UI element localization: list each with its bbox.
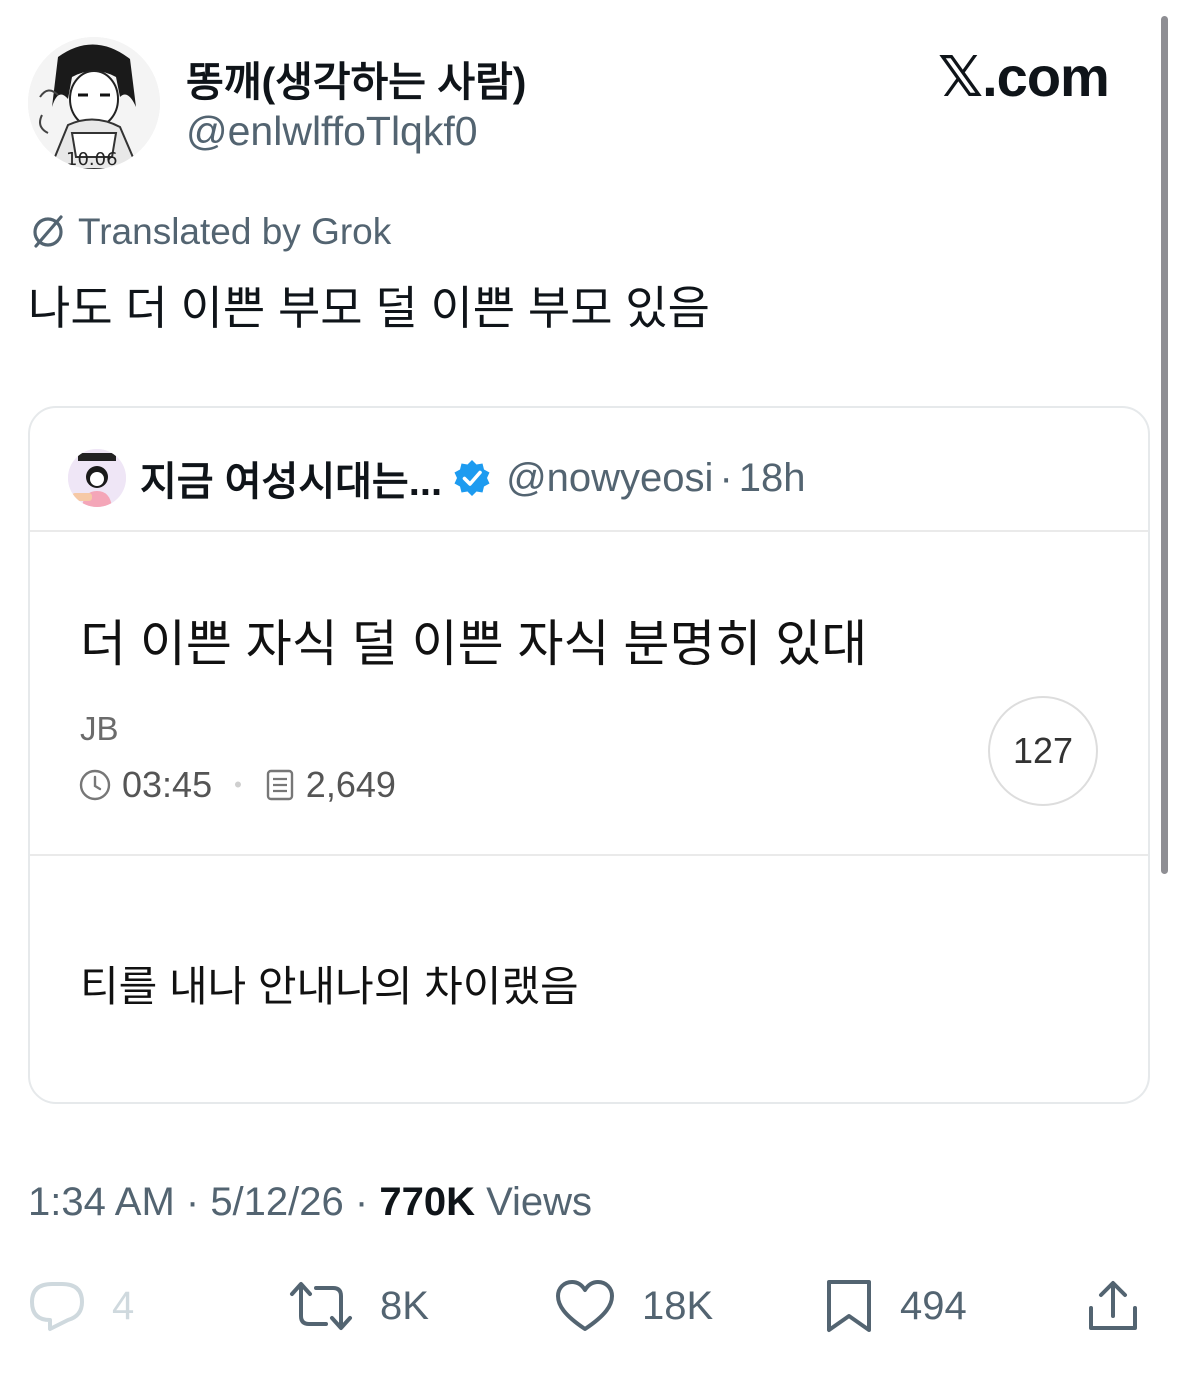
brand-logo: 𝕏.com — [938, 45, 1110, 108]
post-title: 더 이쁜 자식 덜 이쁜 자식 분명히 있대 — [80, 616, 868, 672]
share-button[interactable] — [1086, 1276, 1140, 1336]
post-meta: 03:45 • 2,649 — [78, 764, 396, 806]
meta-separator: · — [343, 1180, 380, 1224]
quoted-author-avatar[interactable] — [68, 449, 126, 507]
repost-button[interactable]: 8K — [288, 1276, 429, 1336]
quoted-time-ago[interactable]: 18h — [739, 456, 806, 501]
tweet-date: 5/12/26 — [210, 1180, 344, 1224]
translation-text: Translated by Grok — [78, 211, 392, 252]
like-icon — [556, 1280, 614, 1331]
avatar-illustration: 10.06 — [28, 37, 160, 169]
card-divider — [30, 854, 1148, 856]
views-count: 770K — [379, 1180, 475, 1224]
reply-button[interactable]: 4 — [28, 1276, 134, 1336]
post-body: 티를 내나 안내나의 차이랬음 — [80, 963, 579, 1010]
verified-badge-icon — [454, 460, 490, 496]
post-views: 2,649 — [305, 764, 396, 805]
meta-dot: • — [234, 772, 242, 797]
author-handle[interactable]: @enlwlffoTlqkf0 — [186, 108, 478, 155]
quoted-tweet-header: 지금 여성시대는... @nowyeosi · 18h — [68, 446, 806, 510]
share-icon — [1089, 1281, 1137, 1330]
svg-text:10.06: 10.06 — [66, 149, 118, 169]
quoted-separator: · — [719, 455, 733, 500]
scrollbar[interactable] — [1161, 16, 1168, 874]
like-button[interactable]: 18K — [554, 1276, 713, 1336]
comment-count-badge[interactable]: 127 — [988, 696, 1098, 806]
translate-icon — [33, 215, 63, 248]
tweet-time: 1:34 AM — [28, 1180, 175, 1224]
reply-count: 4 — [112, 1283, 135, 1328]
clock-icon — [79, 769, 111, 801]
meta-separator: · — [174, 1180, 211, 1224]
quoted-display-name[interactable]: 지금 여성시대는... — [140, 449, 442, 507]
like-count: 18K — [642, 1283, 714, 1328]
quoted-avatar-illustration — [68, 449, 126, 507]
repost-count: 8K — [380, 1283, 429, 1328]
card-divider — [30, 530, 1148, 532]
post-author: JB — [80, 710, 119, 747]
tweet-text: 나도 더 이쁜 부모 덜 이쁜 부모 있음 — [28, 282, 710, 334]
reply-icon — [30, 1282, 84, 1331]
bookmark-count: 494 — [900, 1283, 967, 1328]
post-time: 03:45 — [122, 764, 213, 805]
repost-icon — [290, 1282, 352, 1330]
quoted-tweet-card[interactable]: 지금 여성시대는... @nowyeosi · 18h 더 이쁜 자식 덜 이쁜… — [28, 406, 1150, 1104]
author-display-name[interactable]: 똥깨(생각하는 사람) — [186, 48, 526, 108]
views-label: Views — [474, 1180, 593, 1224]
translation-label: Translated by Grok — [28, 210, 391, 254]
bookmark-icon — [827, 1280, 871, 1332]
quoted-handle[interactable]: @nowyeosi — [506, 456, 713, 501]
author-avatar[interactable]: 10.06 — [28, 37, 160, 169]
bookmark-button[interactable]: 494 — [824, 1276, 967, 1336]
tweet-timestamp[interactable]: 1:34 AM · 5/12/26 · 770K Views — [28, 1180, 592, 1225]
document-icon — [266, 769, 293, 801]
